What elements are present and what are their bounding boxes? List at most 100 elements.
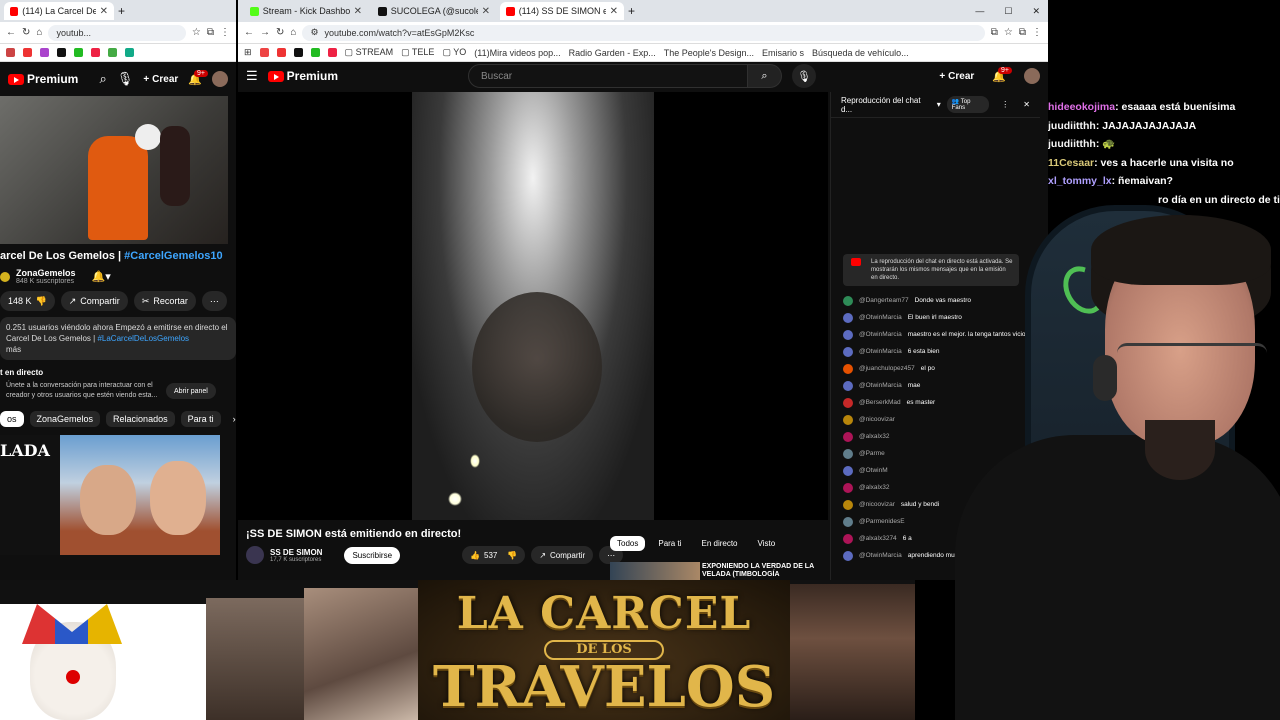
bookmark-stream[interactable]: ▢ STREAM — [345, 47, 394, 58]
chip-related[interactable]: Relacionados — [106, 411, 175, 427]
bell-icon[interactable]: 🔔▾ — [92, 270, 111, 283]
install-icon[interactable]: ⧉ — [991, 27, 998, 38]
bookmark-icon[interactable] — [293, 48, 303, 57]
recommendation-title[interactable]: EXPONIENDO LA VERDAD DE LA VELADA (TIMBO… — [702, 563, 822, 579]
chat-avatar[interactable] — [843, 295, 853, 306]
chip-for-you[interactable]: Para ti — [651, 536, 688, 551]
bookmark-icon[interactable] — [6, 48, 15, 57]
create-button[interactable]: + Crear — [143, 74, 178, 85]
new-tab-icon[interactable]: + — [628, 4, 635, 18]
close-tab-icon[interactable]: ✕ — [100, 6, 108, 17]
share-button[interactable]: ↗ Compartir — [60, 291, 128, 311]
youtube-premium-logo[interactable]: Premium — [8, 72, 78, 86]
left-url-field[interactable]: youtub... — [48, 24, 186, 41]
video-player[interactable] — [238, 92, 828, 520]
bookmark-tele[interactable]: ▢ TELE — [401, 47, 434, 58]
bookmark-icon[interactable] — [57, 48, 66, 57]
tab-kick-sucolega[interactable]: SUCOLEGA (@sucolega) | Kick ✕ — [372, 2, 496, 20]
voice-search-button[interactable]: 🎙 — [792, 64, 817, 88]
notifications-bell-icon[interactable]: 🔔 9+ — [188, 69, 208, 86]
reload-icon[interactable]: ↻ — [22, 27, 30, 38]
bookmark-icon[interactable] — [125, 48, 134, 57]
close-tab-icon[interactable]: ✕ — [482, 6, 490, 17]
chat-avatar[interactable] — [843, 329, 853, 340]
chip-for-you[interactable]: Para ti — [180, 411, 221, 427]
chat-author[interactable]: @nicoovizar — [859, 501, 895, 508]
hashtag-link[interactable]: #CarcelGemelos10 — [124, 250, 222, 262]
desc-hashtag[interactable]: #LaCarcelDeLosGemelos — [97, 334, 189, 343]
home-icon[interactable]: ⌂ — [36, 27, 42, 38]
hamburger-menu-icon[interactable]: ☰ — [246, 68, 258, 84]
chevron-right-icon[interactable]: › — [233, 414, 236, 424]
star-icon[interactable]: ☆ — [192, 27, 201, 38]
subscribe-button[interactable]: Suscribirse — [344, 546, 401, 564]
notifications-bell-icon[interactable]: 🔔 9+ — [992, 66, 1012, 83]
chip-all[interactable]: os — [0, 411, 24, 427]
new-tab-icon[interactable]: + — [118, 4, 125, 18]
chat-avatar[interactable] — [843, 516, 853, 527]
share-button[interactable]: ↗ Compartir — [531, 546, 594, 564]
related-thumbnail[interactable]: LADA — [0, 435, 220, 555]
search-icon[interactable]: ⌕ — [100, 71, 107, 87]
avatar[interactable] — [1024, 68, 1040, 84]
chat-avatar[interactable] — [843, 533, 853, 544]
avatar[interactable] — [212, 71, 228, 87]
chat-avatar[interactable] — [843, 550, 853, 561]
reload-icon[interactable]: ↻ — [276, 27, 284, 38]
back-icon[interactable]: ← — [244, 27, 254, 38]
chat-avatar[interactable] — [843, 448, 853, 459]
bookmark-yo[interactable]: ▢ YO — [442, 47, 466, 58]
chat-header-title[interactable]: Reproducción del chat d... — [841, 96, 931, 114]
left-video-player[interactable] — [0, 96, 228, 244]
bookmark-icon[interactable] — [276, 48, 286, 57]
bookmark-icon[interactable] — [40, 48, 49, 57]
star-icon[interactable]: ☆ — [1004, 27, 1013, 38]
chat-avatar[interactable] — [843, 482, 853, 493]
bookmark-icon[interactable] — [91, 48, 100, 57]
bookmark-icon[interactable] — [327, 48, 337, 57]
minimize-icon[interactable]: — — [967, 6, 992, 16]
left-tab-active[interactable]: (114) La Carcel De Los Gemelos ✕ — [4, 2, 114, 20]
close-tab-icon[interactable]: ✕ — [610, 6, 618, 17]
bookmark-icon[interactable] — [310, 48, 320, 57]
chat-more-icon[interactable]: ⋮ — [1001, 100, 1009, 109]
chip-all[interactable]: Todos — [610, 536, 646, 551]
bookmark-peoples-design[interactable]: The People's Design... — [664, 48, 754, 58]
bookmark-icon[interactable] — [74, 48, 83, 57]
chat-author[interactable]: @nicoovizar — [859, 416, 895, 423]
bookmark-icon[interactable] — [23, 48, 32, 57]
chat-author[interactable]: @alxalx32 — [859, 484, 889, 491]
chat-avatar[interactable] — [843, 465, 853, 476]
chat-author[interactable]: @Parme — [859, 450, 885, 457]
channel-avatar[interactable] — [0, 271, 10, 282]
chat-avatar[interactable] — [843, 499, 853, 510]
menu-kebab-icon[interactable]: ⋮ — [1032, 27, 1042, 38]
channel-name[interactable]: SS DE SIMON — [270, 548, 322, 557]
bookmark-vehiculo[interactable]: Búsqueda de vehículo... — [812, 48, 909, 58]
forward-icon[interactable]: → — [260, 27, 270, 38]
top-fans-badge[interactable]: 👥 Top Fans — [946, 96, 990, 113]
recommendation-thumbnail[interactable] — [610, 562, 700, 580]
chat-avatar[interactable] — [843, 397, 853, 408]
more-button[interactable]: ⋯ — [201, 291, 227, 311]
like-button[interactable]: 👍 537 👎 — [462, 546, 526, 564]
bookmark-emisario[interactable]: Emisario s — [762, 48, 804, 58]
home-icon[interactable]: ⌂ — [290, 27, 296, 38]
chat-avatar[interactable] — [843, 380, 853, 391]
chip-channel[interactable]: ZonaGemelos — [29, 411, 101, 427]
chat-author[interactable]: @OtwinM — [859, 467, 888, 474]
chat-avatar[interactable] — [843, 431, 853, 442]
close-tab-icon[interactable]: ✕ — [354, 6, 362, 17]
menu-kebab-icon[interactable]: ⋮ — [220, 27, 230, 38]
description-box[interactable]: 0.251 usuarios viéndolo ahora Empezó a e… — [0, 317, 236, 360]
chat-avatar[interactable] — [843, 414, 853, 425]
open-panel-button[interactable]: Abrir panel — [166, 383, 216, 399]
mic-icon[interactable]: 🎙 — [117, 71, 134, 87]
chat-avatar[interactable] — [843, 363, 853, 374]
site-info-icon[interactable]: ⚙ — [310, 27, 318, 38]
chat-close-icon[interactable]: ✕ — [1023, 100, 1030, 109]
dislike-icon[interactable]: 👎 — [507, 551, 517, 560]
chip-watched[interactable]: Visto — [751, 536, 783, 551]
search-button[interactable]: ⌕ — [748, 64, 783, 88]
tab-kick-dashboard[interactable]: Stream - Kick Dashboard ✕ — [244, 2, 368, 20]
